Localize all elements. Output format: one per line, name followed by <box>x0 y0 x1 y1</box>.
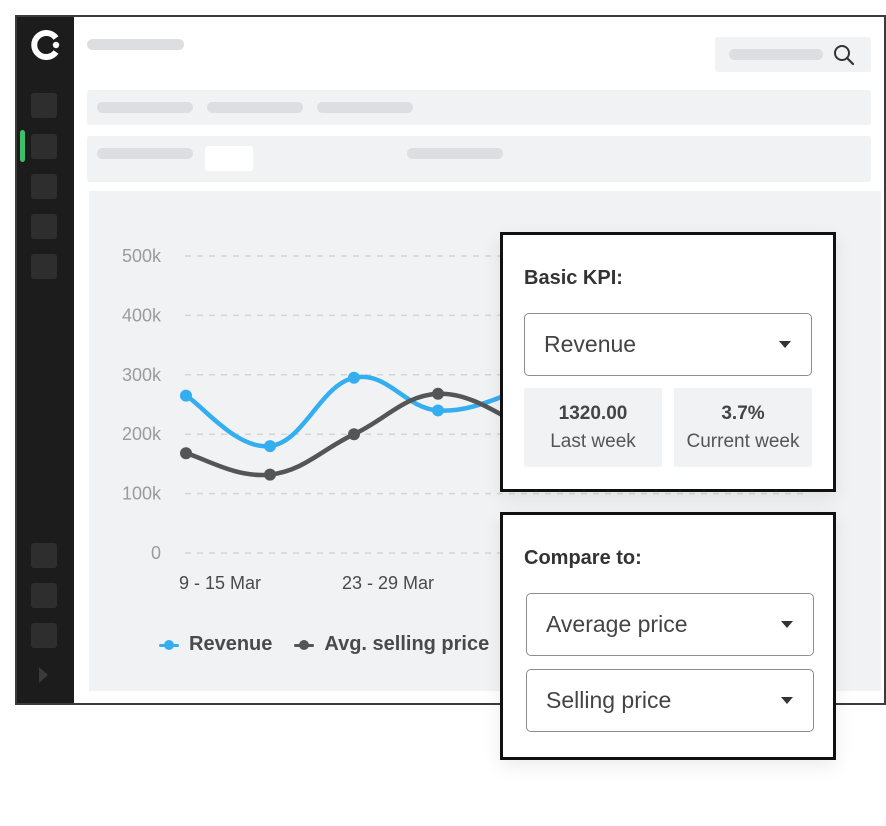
x-tick-label: 23 - 29 Mar <box>342 573 434 593</box>
y-tick-label: 200k <box>122 424 162 444</box>
legend-label: Avg. selling price <box>324 633 490 655</box>
data-point[interactable] <box>180 389 192 402</box>
legend-swatch-dot <box>164 639 174 650</box>
data-point[interactable] <box>264 440 276 453</box>
nav-item-6[interactable] <box>31 543 57 568</box>
data-point[interactable] <box>348 428 360 441</box>
chart-legend: Revenue Avg. selling price <box>159 633 511 656</box>
logo-icon <box>30 29 59 60</box>
y-tick-label: 400k <box>122 305 162 325</box>
filter-chip[interactable] <box>205 146 253 171</box>
chevron-down-icon <box>779 341 791 348</box>
chevron-down-icon <box>781 697 793 704</box>
app-logo[interactable] <box>17 17 74 72</box>
last-week-stat: 1320.00 Last week <box>524 388 662 467</box>
nav-item-5[interactable] <box>31 254 57 279</box>
compare-to-card: Compare to: Average price Selling price <box>500 512 836 760</box>
search-box[interactable] <box>715 37 871 72</box>
data-point[interactable] <box>432 387 444 400</box>
filter-placeholder-2 <box>407 148 503 159</box>
page-title-placeholder <box>87 39 184 50</box>
data-point[interactable] <box>180 447 192 460</box>
nav-item-1[interactable] <box>31 93 57 118</box>
tab-placeholder-3[interactable] <box>317 102 413 113</box>
legend-item[interactable]: Revenue <box>159 633 272 656</box>
data-point[interactable] <box>264 468 276 481</box>
chevron-down-icon <box>781 621 793 628</box>
sidebar <box>17 17 74 703</box>
kpi-metric-value: Revenue <box>544 331 637 357</box>
data-point[interactable] <box>348 371 360 384</box>
search-icon[interactable] <box>833 44 855 66</box>
nav-item-7[interactable] <box>31 583 57 608</box>
tab-placeholder-1[interactable] <box>97 102 193 113</box>
y-tick-label: 500k <box>122 246 162 266</box>
nav-item-8[interactable] <box>31 623 57 648</box>
legend-swatch-dot <box>299 639 310 650</box>
active-nav-indicator <box>20 130 25 162</box>
data-point[interactable] <box>432 404 444 417</box>
compare-select-selling-price[interactable]: Selling price <box>526 669 814 732</box>
current-week-stat: 3.7% Current week <box>674 388 812 467</box>
compare-select-value-1: Average price <box>546 611 688 637</box>
expand-sidebar-icon[interactable] <box>39 667 48 683</box>
legend-swatch <box>159 639 179 650</box>
x-tick-label: 9 - 15 Mar <box>179 573 261 593</box>
legend-item[interactable]: Avg. selling price <box>294 633 489 656</box>
tab-placeholder-2[interactable] <box>207 102 303 113</box>
compare-select-average-price[interactable]: Average price <box>526 593 814 656</box>
kpi-metric-select[interactable]: Revenue <box>524 313 812 376</box>
nav-item-3[interactable] <box>31 174 57 199</box>
current-week-label: Current week <box>686 430 800 452</box>
nav-item-4[interactable] <box>31 214 57 239</box>
y-tick-label: 0 <box>151 543 161 563</box>
basic-kpi-card: Basic KPI: Revenue 1320.00 Last week 3.7… <box>500 232 836 492</box>
compare-card-title: Compare to: <box>524 547 642 569</box>
tabs-bar <box>87 90 871 125</box>
last-week-label: Last week <box>550 430 636 452</box>
nav-item-2[interactable] <box>31 134 57 159</box>
compare-select-value-2: Selling price <box>546 687 672 713</box>
legend-swatch <box>294 639 315 650</box>
y-tick-label: 300k <box>122 365 162 385</box>
current-week-value: 3.7% <box>721 402 765 424</box>
legend-label: Revenue <box>189 633 273 655</box>
y-tick-label: 100k <box>122 484 162 504</box>
kpi-card-title: Basic KPI: <box>524 267 623 289</box>
filter-placeholder-1 <box>97 148 193 159</box>
last-week-value: 1320.00 <box>558 402 628 424</box>
search-placeholder <box>729 49 823 60</box>
